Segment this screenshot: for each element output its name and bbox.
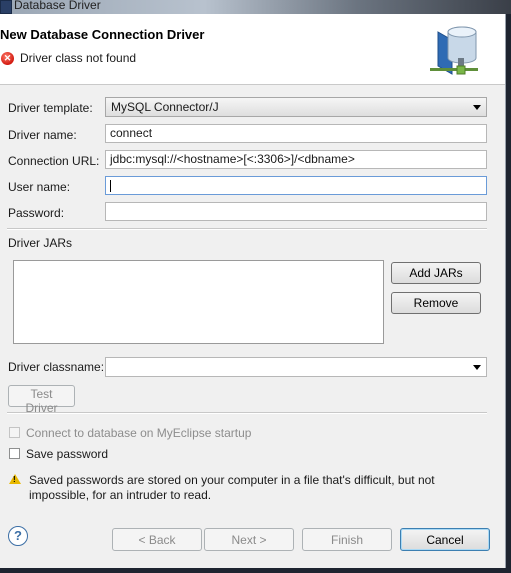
separator xyxy=(7,412,487,414)
driver-name-label: Driver name: xyxy=(8,128,77,142)
test-driver-button[interactable]: Test Driver xyxy=(8,385,75,415)
warning-text-line2: impossible, for an intruder to read. xyxy=(29,488,212,502)
error-icon: ✕ xyxy=(1,52,14,65)
app-icon xyxy=(0,0,12,14)
driver-name-input[interactable]: connect xyxy=(105,124,487,143)
save-password-label: Save password xyxy=(26,447,109,461)
window-titlebar: Database Driver xyxy=(0,0,511,14)
finish-button[interactable]: Finish xyxy=(302,528,392,551)
connection-url-label: Connection URL: xyxy=(8,154,100,168)
text-caret xyxy=(110,179,111,192)
cancel-button[interactable]: Cancel xyxy=(400,528,490,551)
driver-template-value: MySQL Connector/J xyxy=(111,100,219,114)
remove-jar-button[interactable]: Remove xyxy=(391,292,481,314)
error-message: Driver class not found xyxy=(20,51,137,65)
back-button[interactable]: < Back xyxy=(112,528,202,551)
driver-jars-list[interactable] xyxy=(13,260,384,344)
add-jars-button[interactable]: Add JARs xyxy=(391,262,481,284)
database-driver-icon xyxy=(430,26,478,75)
driver-jars-label: Driver JARs xyxy=(8,236,73,250)
chevron-down-icon xyxy=(473,365,481,370)
driver-template-label: Driver template: xyxy=(8,101,93,115)
window-title: Database Driver xyxy=(14,0,101,12)
dialog: New Database Connection Driver ✕ Driver … xyxy=(0,14,506,568)
wizard-header: New Database Connection Driver ✕ Driver … xyxy=(0,14,505,85)
wizard-title: New Database Connection Driver xyxy=(0,27,205,42)
driver-classname-label: Driver classname: xyxy=(8,360,105,374)
warning-text-line1: Saved passwords are stored on your compu… xyxy=(29,473,435,487)
save-password-checkbox[interactable] xyxy=(9,448,20,459)
password-label: Password: xyxy=(8,206,65,220)
driver-template-select[interactable]: MySQL Connector/J xyxy=(105,97,487,117)
warning-exclamation: ! xyxy=(13,475,16,484)
password-input[interactable] xyxy=(105,202,487,221)
next-button[interactable]: Next > xyxy=(204,528,294,551)
connection-url-input[interactable]: jdbc:mysql://<hostname>[<:3306>]/<dbname… xyxy=(105,150,487,169)
connect-on-startup-checkbox[interactable] xyxy=(9,427,20,438)
help-icon[interactable]: ? xyxy=(8,526,28,546)
driver-classname-select[interactable] xyxy=(105,357,487,377)
chevron-down-icon xyxy=(473,105,481,110)
user-name-label: User name: xyxy=(8,180,71,194)
connect-on-startup-label: Connect to database on MyEclipse startup xyxy=(26,426,252,440)
user-name-input[interactable] xyxy=(105,176,487,195)
separator xyxy=(7,228,487,230)
